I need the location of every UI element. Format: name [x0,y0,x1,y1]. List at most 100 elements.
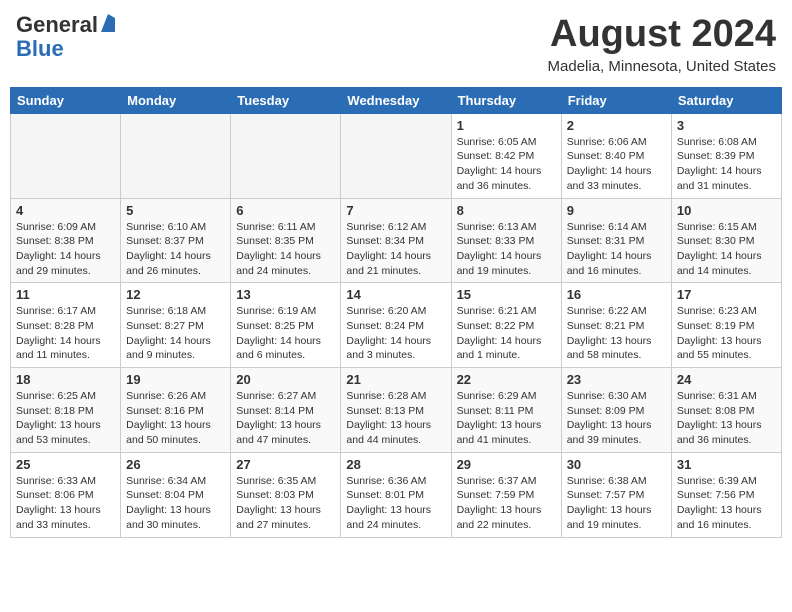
day-number: 27 [236,457,335,472]
day-info: Sunrise: 6:28 AM Sunset: 8:13 PM Dayligh… [346,389,445,448]
header-tuesday: Tuesday [231,87,341,113]
day-cell-22: 22 Sunrise: 6:29 AM Sunset: 8:11 PM Dayli… [451,368,561,453]
day-info: Sunrise: 6:23 AM Sunset: 8:19 PM Dayligh… [677,304,776,363]
day-info: Sunrise: 6:06 AM Sunset: 8:40 PM Dayligh… [567,135,666,194]
day-cell-8: 8 Sunrise: 6:13 AM Sunset: 8:33 PM Daylig… [451,198,561,283]
day-number: 26 [126,457,225,472]
day-info: Sunrise: 6:14 AM Sunset: 8:31 PM Dayligh… [567,220,666,279]
day-cell-29: 29Sunrise: 6:37 AM Sunset: 7:59 PM Dayli… [451,452,561,537]
day-info: Sunrise: 6:26 AM Sunset: 8:16 PM Dayligh… [126,389,225,448]
day-number: 5 [126,203,225,218]
header-saturday: Saturday [671,87,781,113]
day-info: Sunrise: 6:12 AM Sunset: 8:34 PM Dayligh… [346,220,445,279]
day-cell-9: 9Sunrise: 6:14 AM Sunset: 8:31 PM Daylig… [561,198,671,283]
header-monday: Monday [121,87,231,113]
day-cell-1: 1Sunrise: 6:05 AM Sunset: 8:42 PM Daylig… [451,113,561,198]
day-number: 3 [677,118,776,133]
day-info: Sunrise: 6:30 AM Sunset: 8:09 PM Dayligh… [567,389,666,448]
day-cell-6: 6 Sunrise: 6:11 AM Sunset: 8:35 PM Daylig… [231,198,341,283]
day-cell-21: 21 Sunrise: 6:28 AM Sunset: 8:13 PM Dayli… [341,368,451,453]
day-cell-7: 7 Sunrise: 6:12 AM Sunset: 8:34 PM Daylig… [341,198,451,283]
day-info: Sunrise: 6:33 AM Sunset: 8:06 PM Dayligh… [16,474,115,533]
day-cell-2: 2 Sunrise: 6:06 AM Sunset: 8:40 PM Daylig… [561,113,671,198]
logo-blue-text: Blue [16,36,64,61]
day-number: 31 [677,457,776,472]
day-cell-26: 26 Sunrise: 6:34 AM Sunset: 8:04 PM Dayli… [121,452,231,537]
day-number: 19 [126,372,225,387]
day-info: Sunrise: 6:18 AM Sunset: 8:27 PM Dayligh… [126,304,225,363]
day-number: 13 [236,287,335,302]
day-cell-11: 11 Sunrise: 6:17 AM Sunset: 8:28 PM Dayli… [11,283,121,368]
day-number: 18 [16,372,115,387]
day-number: 24 [677,372,776,387]
day-info: Sunrise: 6:34 AM Sunset: 8:04 PM Dayligh… [126,474,225,533]
day-number: 6 [236,203,335,218]
day-info: Sunrise: 6:37 AM Sunset: 7:59 PM Dayligh… [457,474,556,533]
day-info: Sunrise: 6:25 AM Sunset: 8:18 PM Dayligh… [16,389,115,448]
day-cell-12: 12 Sunrise: 6:18 AM Sunset: 8:27 PM Dayli… [121,283,231,368]
day-info: Sunrise: 6:38 AM Sunset: 7:57 PM Dayligh… [567,474,666,533]
location: Madelia, Minnesota, United States [548,58,776,75]
logo: General Blue [16,14,115,62]
calendar: SundayMondayTuesdayWednesdayThursdayFrid… [10,87,782,538]
day-number: 23 [567,372,666,387]
day-info: Sunrise: 6:35 AM Sunset: 8:03 PM Dayligh… [236,474,335,533]
calendar-week-5: 25 Sunrise: 6:33 AM Sunset: 8:06 PM Dayli… [11,452,782,537]
day-cell-28: 28Sunrise: 6:36 AM Sunset: 8:01 PM Dayli… [341,452,451,537]
day-number: 10 [677,203,776,218]
day-number: 8 [457,203,556,218]
logo-general-text: General [16,14,98,36]
day-cell-31: 31 Sunrise: 6:39 AM Sunset: 7:56 PM Dayli… [671,452,781,537]
calendar-week-4: 18 Sunrise: 6:25 AM Sunset: 8:18 PM Dayli… [11,368,782,453]
day-cell-16: 16Sunrise: 6:22 AM Sunset: 8:21 PM Dayli… [561,283,671,368]
day-number: 21 [346,372,445,387]
day-cell-17: 17 Sunrise: 6:23 AM Sunset: 8:19 PM Dayli… [671,283,781,368]
day-number: 11 [16,287,115,302]
day-cell-13: 13 Sunrise: 6:19 AM Sunset: 8:25 PM Dayli… [231,283,341,368]
day-info: Sunrise: 6:20 AM Sunset: 8:24 PM Dayligh… [346,304,445,363]
day-info: Sunrise: 6:36 AM Sunset: 8:01 PM Dayligh… [346,474,445,533]
day-info: Sunrise: 6:31 AM Sunset: 8:08 PM Dayligh… [677,389,776,448]
day-number: 25 [16,457,115,472]
calendar-header-row: SundayMondayTuesdayWednesdayThursdayFrid… [11,87,782,113]
day-info: Sunrise: 6:27 AM Sunset: 8:14 PM Dayligh… [236,389,335,448]
title-area: August 2024 Madelia, Minnesota, United S… [548,14,776,75]
day-number: 22 [457,372,556,387]
day-cell-4: 4Sunrise: 6:09 AM Sunset: 8:38 PM Daylig… [11,198,121,283]
day-info: Sunrise: 6:19 AM Sunset: 8:25 PM Dayligh… [236,304,335,363]
day-info: Sunrise: 6:10 AM Sunset: 8:37 PM Dayligh… [126,220,225,279]
day-info: Sunrise: 6:17 AM Sunset: 8:28 PM Dayligh… [16,304,115,363]
day-info: Sunrise: 6:29 AM Sunset: 8:11 PM Dayligh… [457,389,556,448]
header-sunday: Sunday [11,87,121,113]
empty-cell [231,113,341,198]
day-info: Sunrise: 6:05 AM Sunset: 8:42 PM Dayligh… [457,135,556,194]
day-cell-5: 5 Sunrise: 6:10 AM Sunset: 8:37 PM Daylig… [121,198,231,283]
day-number: 30 [567,457,666,472]
day-info: Sunrise: 6:13 AM Sunset: 8:33 PM Dayligh… [457,220,556,279]
page-header: General Blue August 2024 Madelia, Minnes… [10,10,782,79]
day-info: Sunrise: 6:11 AM Sunset: 8:35 PM Dayligh… [236,220,335,279]
day-number: 16 [567,287,666,302]
header-thursday: Thursday [451,87,561,113]
logo-arrow-icon [101,14,115,36]
day-number: 17 [677,287,776,302]
day-info: Sunrise: 6:39 AM Sunset: 7:56 PM Dayligh… [677,474,776,533]
day-number: 7 [346,203,445,218]
calendar-week-2: 4Sunrise: 6:09 AM Sunset: 8:38 PM Daylig… [11,198,782,283]
day-number: 20 [236,372,335,387]
day-cell-25: 25 Sunrise: 6:33 AM Sunset: 8:06 PM Dayli… [11,452,121,537]
day-info: Sunrise: 6:15 AM Sunset: 8:30 PM Dayligh… [677,220,776,279]
header-friday: Friday [561,87,671,113]
day-cell-24: 24 Sunrise: 6:31 AM Sunset: 8:08 PM Dayli… [671,368,781,453]
calendar-week-1: 1Sunrise: 6:05 AM Sunset: 8:42 PM Daylig… [11,113,782,198]
day-cell-15: 15Sunrise: 6:21 AM Sunset: 8:22 PM Dayli… [451,283,561,368]
day-info: Sunrise: 6:08 AM Sunset: 8:39 PM Dayligh… [677,135,776,194]
day-number: 12 [126,287,225,302]
day-cell-30: 30 Sunrise: 6:38 AM Sunset: 7:57 PM Dayli… [561,452,671,537]
header-wednesday: Wednesday [341,87,451,113]
day-cell-18: 18 Sunrise: 6:25 AM Sunset: 8:18 PM Dayli… [11,368,121,453]
day-cell-10: 10 Sunrise: 6:15 AM Sunset: 8:30 PM Dayli… [671,198,781,283]
day-cell-27: 27 Sunrise: 6:35 AM Sunset: 8:03 PM Dayli… [231,452,341,537]
day-cell-19: 19 Sunrise: 6:26 AM Sunset: 8:16 PM Dayli… [121,368,231,453]
day-number: 2 [567,118,666,133]
